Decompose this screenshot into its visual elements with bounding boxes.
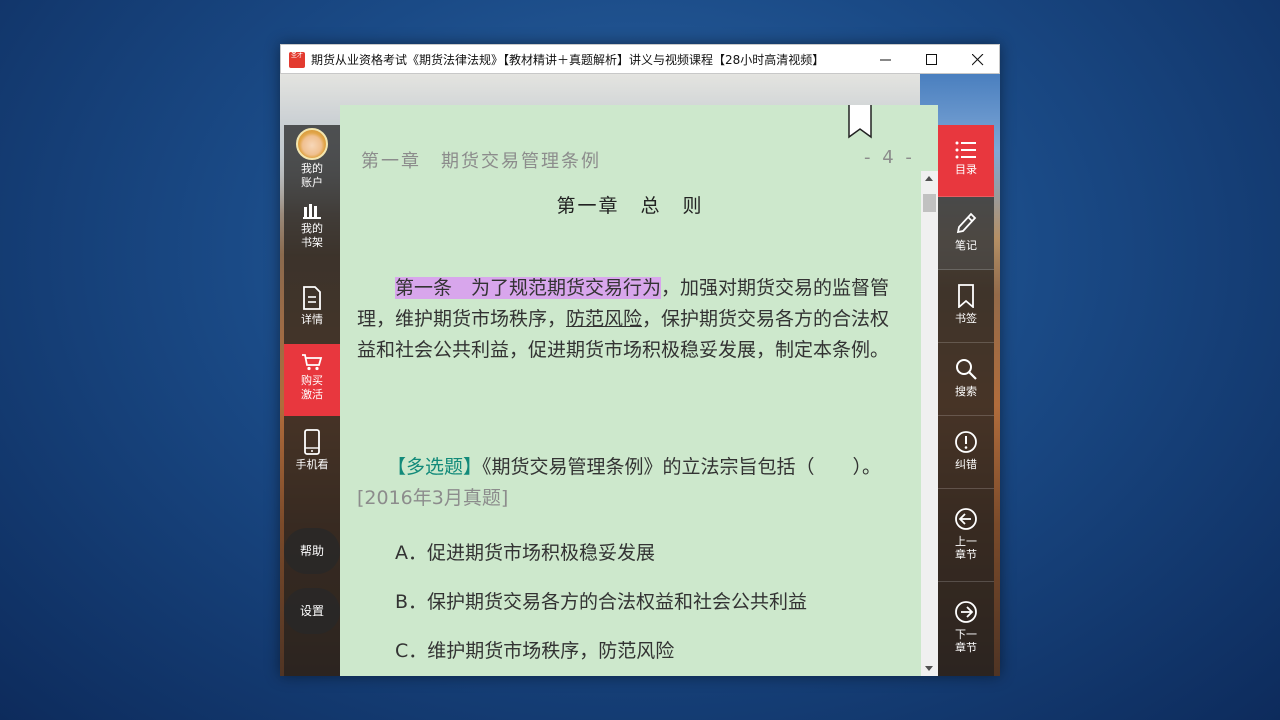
question-type-tag: 【多选题】 xyxy=(387,456,483,478)
chapter-heading: 第一章 总 则 xyxy=(556,195,704,217)
table-of-contents-button[interactable]: 目录 xyxy=(938,125,994,197)
page-scrollbar[interactable] xyxy=(921,171,938,676)
scroll-up-arrow-icon[interactable] xyxy=(925,176,933,181)
book-page: 第一章 期货交易管理条例 - 4 - 第一章 总 则 第一条 为了规范期货交易行… xyxy=(340,105,938,676)
my-account-button[interactable]: 我的 账户 xyxy=(284,125,340,193)
arrow-left-icon xyxy=(955,508,977,530)
article-paragraph: 第一条 为了规范期货交易行为，加强对期货交易的监督管理，维护期货市场秩序，防范风… xyxy=(357,277,890,361)
option-b: B．保护期货交易各方的合法权益和社会公共利益 xyxy=(395,591,808,613)
help-button[interactable]: 帮助 xyxy=(284,528,340,574)
reader-background: 我的 账户 我的 书架 详情 购买 激活 手机看 帮助 设置 第一章 期货交易管… xyxy=(280,74,1000,676)
bookmark-icon xyxy=(958,284,974,308)
right-toolbar: 目录 笔记 书签 搜索 纠错 上一 章节 下一 章节 xyxy=(938,125,994,676)
underlined-text[interactable]: 防范风险 xyxy=(566,308,642,330)
cart-icon xyxy=(302,354,323,371)
minimize-button[interactable] xyxy=(863,45,909,75)
option-c: C．维护期货市场秩序，防范风险 xyxy=(395,640,675,662)
report-error-button[interactable]: 纠错 xyxy=(938,416,994,489)
purchase-activate-button[interactable]: 购买 激活 xyxy=(284,344,340,416)
arrow-right-icon xyxy=(955,601,977,623)
reader-window: 圣才 期货从业资格考试《期货法律法规》【教材精讲＋真题解析】讲义与视频课程【28… xyxy=(280,44,1000,676)
question-source: [2016年3月真题] xyxy=(357,487,509,509)
alert-icon xyxy=(955,431,977,453)
phone-icon xyxy=(304,429,320,455)
app-logo-icon: 圣才 xyxy=(289,52,305,68)
maximize-icon xyxy=(926,54,937,65)
document-icon xyxy=(303,286,321,310)
option-a: A．促进期货市场积极稳妥发展 xyxy=(395,542,655,564)
running-header: 第一章 期货交易管理条例 xyxy=(361,151,601,172)
scroll-down-arrow-icon[interactable] xyxy=(925,666,933,671)
title-bar[interactable]: 圣才 期货从业资格考试《期货法律法规》【教材精讲＋真题解析】讲义与视频课程【28… xyxy=(280,44,1000,74)
avatar xyxy=(296,128,328,160)
highlighted-text[interactable]: 第一条 为了规范期货交易行为 xyxy=(395,277,662,299)
minimize-icon xyxy=(880,59,891,61)
bookshelf-icon xyxy=(303,204,321,219)
maximize-button[interactable] xyxy=(909,45,955,75)
settings-button[interactable]: 设置 xyxy=(284,588,340,634)
notes-button[interactable]: 笔记 xyxy=(938,197,994,270)
window-title: 期货从业资格考试《期货法律法规》【教材精讲＋真题解析】讲义与视频课程【28小时高… xyxy=(311,53,825,67)
next-chapter-button[interactable]: 下一 章节 xyxy=(938,582,994,676)
page-bookmark-icon[interactable] xyxy=(848,105,872,139)
search-icon xyxy=(956,359,977,380)
my-bookshelf-button[interactable]: 我的 书架 xyxy=(284,203,340,265)
bookmarks-button[interactable]: 书签 xyxy=(938,270,994,343)
question-stem: 【多选题】《期货交易管理条例》的立法宗旨包括（ ）。[2016年3月真题] xyxy=(357,456,882,509)
pencil-icon xyxy=(956,212,977,234)
mobile-view-button[interactable]: 手机看 xyxy=(284,427,340,487)
page-number: - 4 - xyxy=(864,147,915,168)
details-button[interactable]: 详情 xyxy=(284,286,340,346)
search-button[interactable]: 搜索 xyxy=(938,343,994,416)
list-icon xyxy=(955,141,976,159)
close-button[interactable] xyxy=(955,45,1001,75)
scroll-thumb[interactable] xyxy=(923,194,936,212)
close-icon xyxy=(972,54,984,66)
previous-chapter-button[interactable]: 上一 章节 xyxy=(938,489,994,582)
